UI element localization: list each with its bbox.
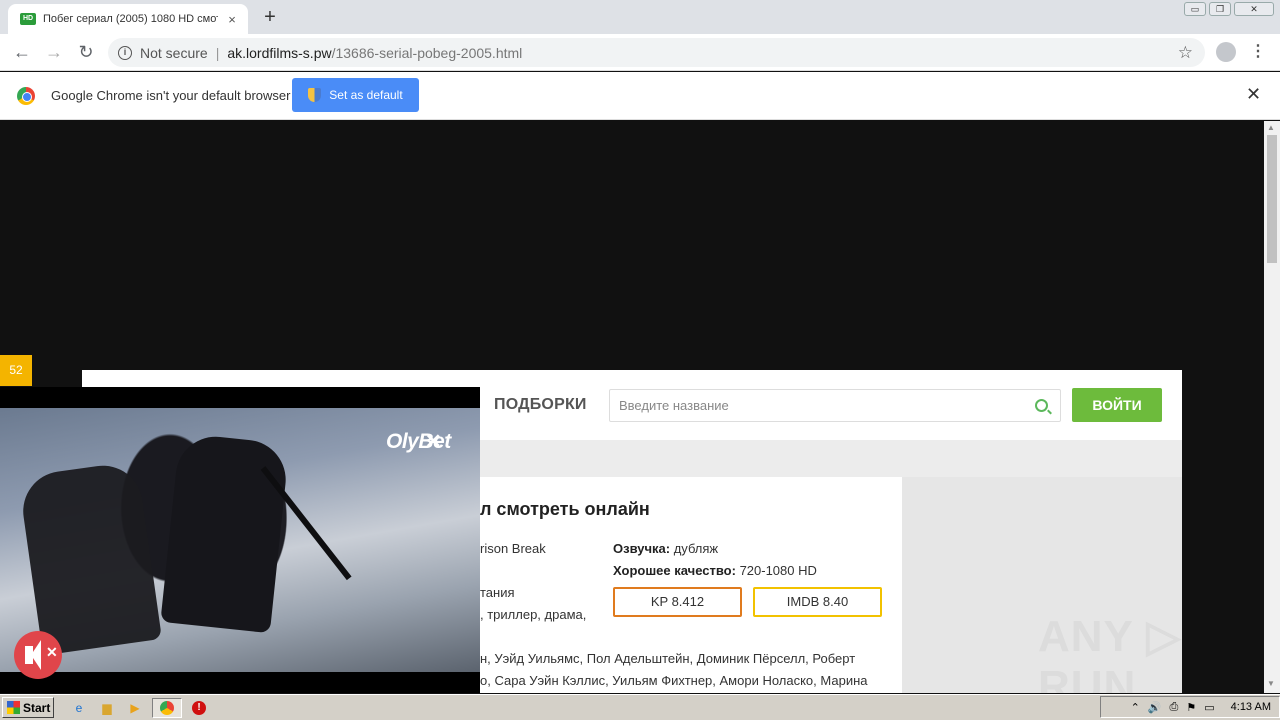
browser-toolbar: ← → ↻ i Not secure | ak.lordfilms-s.pw /… [0, 34, 1280, 71]
login-button[interactable]: ВОЙТИ [1072, 388, 1162, 422]
start-button[interactable]: Start [2, 697, 54, 718]
nav-collections-link[interactable]: ПОДБОРКИ [494, 396, 587, 414]
volume-icon[interactable]: 🔊 [1148, 701, 1162, 714]
windows-taskbar: Start e ▆ ▶ ! ⌃ 🔊 ⎙ ⚑ ▭ 4:13 AM [0, 694, 1280, 720]
reload-icon[interactable]: ↻ [74, 40, 98, 64]
speaker-icon [25, 640, 41, 670]
minimize-button[interactable]: ▭ [1184, 2, 1206, 16]
kp-rating-badge: KP 8.412 [613, 587, 742, 617]
counter-badge: 52 [0, 355, 32, 386]
tab-title: Побег сериал (2005) 1080 HD смотреть онл… [43, 13, 218, 25]
start-label: Start [23, 700, 51, 715]
profile-avatar-icon[interactable] [1216, 42, 1236, 62]
uac-shield-icon [308, 88, 322, 102]
address-separator: | [215, 44, 220, 61]
tray-expand-icon[interactable]: ⌃ [1131, 701, 1140, 714]
search-icon[interactable] [1035, 399, 1048, 412]
country-value: тания [480, 585, 515, 600]
genres-value: , триллер, драма, [480, 607, 587, 622]
scroll-up-arrow-icon[interactable]: ▲ [1267, 123, 1275, 132]
search-input[interactable]: Введите название [609, 389, 1061, 422]
infobar-close-icon[interactable]: ✕ [1246, 84, 1261, 105]
info-icon[interactable]: i [118, 45, 132, 60]
scroll-down-arrow-icon[interactable]: ▼ [1267, 679, 1275, 688]
ie-icon[interactable]: e [68, 698, 90, 718]
voice-row: Озвучка: дубляж [613, 541, 718, 556]
scrollbar-thumb[interactable] [1267, 135, 1277, 263]
explorer-folder-icon[interactable]: ▆ [96, 698, 118, 718]
search-placeholder: Введите название [619, 398, 729, 413]
ad-close-icon[interactable]: ✕ [425, 429, 442, 454]
set-as-default-label: Set as default [329, 88, 403, 102]
imdb-rating-badge: IMDB 8.40 [753, 587, 882, 617]
anyrun-watermark: ANY ▷ RUN [1038, 612, 1182, 693]
back-arrow-icon[interactable]: ← [10, 40, 34, 64]
video-ad-overlay[interactable]: OlyBet ✕ ✕ [0, 387, 480, 693]
video-frame[interactable]: OlyBet ✕ [0, 408, 480, 672]
restore-button[interactable]: ❐ [1209, 2, 1231, 16]
cast-line-1: н, Уэйд Уильямс, Пол Адельштейн, Доминик… [480, 651, 856, 666]
security-label: Not secure [140, 44, 208, 61]
chrome-taskbar-icon[interactable] [152, 697, 182, 718]
page-viewport: 52 ПОДБОРКИ Введите название ВОЙТИ л смо… [0, 121, 1264, 693]
muted-x-icon: ✕ [46, 644, 58, 660]
kebab-menu-icon[interactable]: ⋮ [1250, 40, 1266, 64]
url-host: ak.lordfilms-s.pw [227, 44, 332, 61]
forward-arrow-icon[interactable]: → [42, 40, 66, 64]
action-center-flag-icon[interactable]: ⚑ [1186, 701, 1196, 714]
system-tray: ⌃ 🔊 ⎙ ⚑ ▭ 4:13 AM [1100, 696, 1280, 718]
original-title: rison Break [480, 541, 546, 556]
stop-sign-icon[interactable]: ! [188, 698, 210, 718]
chrome-logo-icon [17, 87, 35, 105]
browser-tab[interactable]: HD Побег сериал (2005) 1080 HD смотреть … [8, 4, 248, 34]
quality-label: Хорошее качество: [613, 563, 736, 578]
bookmark-star-icon[interactable]: ☆ [1178, 38, 1193, 67]
clock[interactable]: 4:13 AM [1231, 701, 1271, 713]
hockey-player-left [18, 460, 162, 656]
infobar-message: Google Chrome isn't your default browser [51, 88, 291, 103]
window-close-button[interactable]: ✕ [1234, 2, 1274, 16]
cast-line-2: о, Сара Уэйн Кэллис, Уильям Фихтнер, Амо… [480, 673, 868, 688]
mute-button[interactable]: ✕ [14, 631, 62, 679]
tab-strip: HD Побег сериал (2005) 1080 HD смотреть … [0, 0, 1280, 34]
hockey-player-right [160, 432, 290, 634]
new-tab-button[interactable]: + [258, 5, 282, 29]
media-player-icon[interactable]: ▶ [124, 698, 146, 718]
page-scrollbar[interactable]: ▲ ▼ [1264, 121, 1280, 693]
movie-title: л смотреть онлайн [480, 499, 650, 519]
url-path: /13686-serial-pobeg-2005.html [331, 44, 523, 61]
address-bar[interactable]: i Not secure | ak.lordfilms-s.pw /13686-… [108, 38, 1205, 67]
default-browser-infobar: Google Chrome isn't your default browser… [0, 72, 1280, 120]
network-icon[interactable]: ⎙ [1170, 701, 1179, 714]
set-as-default-button[interactable]: Set as default [292, 78, 419, 112]
voice-label: Озвучка: [613, 541, 671, 556]
tab-close-icon[interactable]: × [224, 12, 240, 27]
site-favicon-icon: HD [20, 13, 36, 25]
voice-value: дубляж [673, 541, 719, 556]
quality-row: Хорошее качество: 720-1080 HD [613, 563, 817, 578]
windows-logo-icon [7, 701, 20, 714]
quality-value: 720-1080 HD [739, 563, 817, 578]
display-icon[interactable]: ▭ [1204, 701, 1214, 714]
